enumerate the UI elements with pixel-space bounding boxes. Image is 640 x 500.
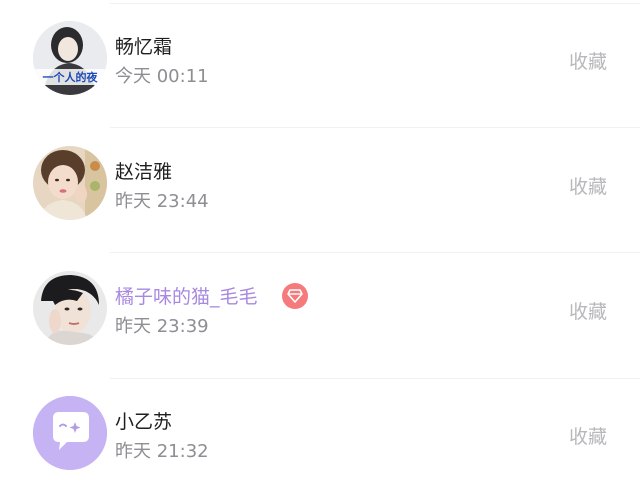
- timestamp: 今天 00:11: [115, 66, 209, 87]
- user-name: 畅忆霜: [115, 36, 173, 58]
- avatar[interactable]: [33, 271, 107, 345]
- avatar-caption: 一个人的夜: [43, 70, 99, 84]
- vip-diamond-icon: [282, 283, 308, 309]
- user-name: 赵洁雅: [115, 161, 173, 183]
- timestamp: 昨天 21:32: [115, 441, 209, 462]
- favorite-button[interactable]: 收藏: [569, 47, 607, 74]
- list-item[interactable]: 赵洁雅 昨天 23:44 收藏: [0, 125, 640, 250]
- timestamp: 昨天 23:39: [115, 316, 209, 337]
- list-item[interactable]: 橘子味的猫_毛毛 昨天 23:39 收藏: [0, 250, 640, 375]
- user-name: 小乙苏: [115, 411, 173, 433]
- timestamp: 昨天 23:44: [115, 191, 209, 212]
- favorite-button[interactable]: 收藏: [569, 297, 607, 324]
- favorite-button[interactable]: 收藏: [569, 172, 607, 199]
- avatar[interactable]: [33, 146, 107, 220]
- chat-bubble-icon: [33, 396, 107, 470]
- list-item[interactable]: 一个人的夜 畅忆霜 今天 00:11 收藏: [0, 0, 640, 125]
- avatar[interactable]: [33, 396, 107, 470]
- avatar-image: 一个人的夜: [33, 21, 107, 95]
- user-name: 橘子味的猫_毛毛: [115, 286, 258, 308]
- avatar[interactable]: 一个人的夜: [33, 21, 107, 95]
- avatar-image: [33, 271, 107, 345]
- list-item[interactable]: 小乙苏 昨天 21:32 收藏: [0, 375, 640, 500]
- avatar-image: [33, 146, 107, 220]
- favorite-button[interactable]: 收藏: [569, 422, 607, 449]
